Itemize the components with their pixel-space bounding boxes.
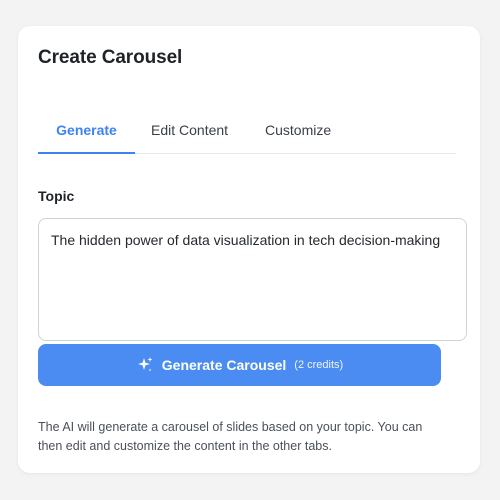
tab-generate[interactable]: Generate [38, 120, 135, 154]
tab-edit-content[interactable]: Edit Content [151, 120, 228, 153]
topic-label: Topic [38, 188, 75, 204]
helper-text: The AI will generate a carousel of slide… [38, 420, 423, 453]
sparkle-icon [136, 356, 154, 374]
page-title: Create Carousel [38, 47, 183, 68]
generate-button-credits: (2 credits) [294, 359, 344, 371]
tab-customize[interactable]: Customize [265, 120, 331, 153]
generate-button-label: Generate Carousel [161, 357, 287, 373]
generate-carousel-button[interactable]: Generate Carousel (2 credits) [38, 344, 441, 386]
topic-input[interactable]: The hidden power of data visualization i… [38, 218, 467, 341]
tab-bar: Generate Edit Content Customize [38, 120, 456, 154]
create-carousel-card: Create Carousel Generate Edit Content Cu… [18, 26, 480, 473]
